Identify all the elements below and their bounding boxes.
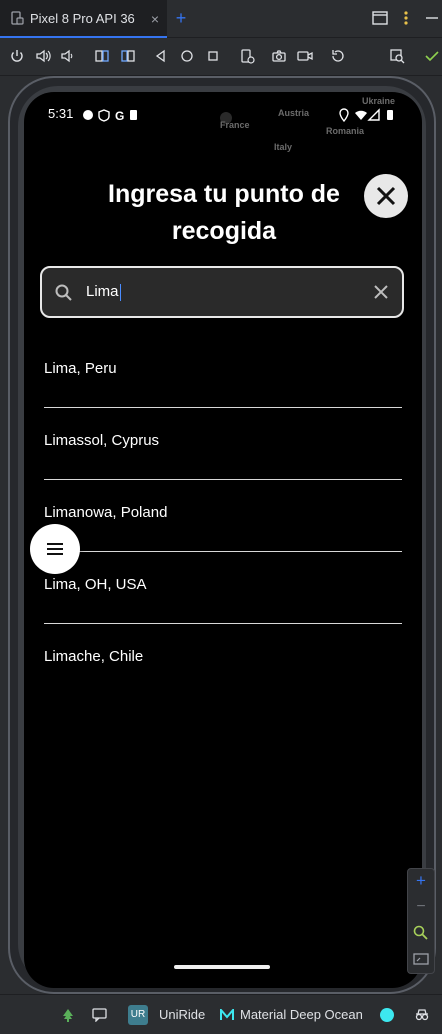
project-badge: UR [128, 1005, 148, 1025]
volume-down-icon[interactable] [60, 48, 76, 64]
result-item[interactable]: Lima, Peru [44, 336, 402, 408]
tree-icon[interactable] [61, 1008, 75, 1022]
ide-status-bar: UR UniRide Material Deep Ocean [0, 994, 442, 1034]
map-label: Romania [326, 126, 365, 136]
comment-icon[interactable] [92, 1008, 108, 1022]
reset-icon[interactable] [330, 48, 346, 64]
result-item[interactable]: Limassol, Cyprus [44, 408, 402, 480]
more-options-icon[interactable] [398, 9, 414, 27]
map-label: Ukraine [362, 96, 396, 106]
close-icon [376, 186, 396, 206]
theme-icon [220, 1009, 234, 1020]
tab-bar: Pixel 8 Pro API 36 × + [0, 0, 442, 38]
device-screen[interactable]: 5:31 G France Austria Ukraine Romania It… [24, 92, 422, 988]
camera-icon[interactable] [271, 48, 287, 64]
result-item[interactable]: Lima, OH, USA [44, 552, 402, 624]
result-label: Limassol, Cyprus [44, 432, 160, 449]
device-icon [11, 11, 24, 25]
menu-button[interactable] [30, 524, 80, 574]
theme-name[interactable]: Material Deep Ocean [240, 1007, 363, 1022]
inspect-icon[interactable] [389, 48, 405, 64]
zoom-out-icon[interactable]: − [413, 899, 429, 915]
record-icon[interactable] [297, 48, 313, 64]
search-field[interactable]: Lima [40, 266, 404, 318]
result-label: Limanowa, Poland [44, 504, 168, 521]
device-info-icon[interactable] [239, 48, 255, 64]
status-icons-right [339, 108, 393, 122]
menu-icon [47, 543, 63, 555]
tab-device[interactable]: Pixel 8 Pro API 36 × [0, 0, 167, 38]
page-title: Ingresa tu punto de recogida [108, 180, 340, 245]
status-time: 5:31 [48, 106, 74, 121]
zoom-in-icon[interactable]: + [413, 872, 429, 889]
result-label: Lima, OH, USA [44, 576, 147, 593]
privacy-icon[interactable] [414, 1007, 430, 1023]
status-icons-left: G [83, 109, 137, 122]
search-input[interactable]: Lima [86, 283, 121, 301]
result-label: Lima, Peru [44, 360, 117, 377]
result-item[interactable]: Limache, Chile [44, 624, 402, 696]
gesture-handle[interactable] [174, 965, 270, 969]
map-label: Italy [274, 142, 293, 152]
text-caret [119, 283, 121, 301]
map-label: Austria [278, 108, 310, 118]
emulator-toolbar [0, 38, 442, 76]
rotate-left-icon[interactable] [94, 48, 110, 64]
map-label: France [220, 120, 250, 130]
status-dot [380, 1008, 394, 1022]
results-list: Lima, Peru Limassol, Cyprus Limanowa, Po… [44, 336, 402, 696]
clear-icon[interactable] [372, 283, 390, 301]
volume-up-icon[interactable] [35, 48, 51, 64]
power-icon[interactable] [9, 48, 25, 64]
tab-close-icon[interactable]: × [151, 11, 159, 27]
search-value: Lima [86, 283, 119, 300]
back-icon[interactable] [153, 48, 169, 64]
overview-icon[interactable] [205, 48, 221, 64]
home-icon[interactable] [179, 48, 195, 64]
result-label: Limache, Chile [44, 648, 144, 665]
result-item[interactable]: Limanowa, Poland [44, 480, 402, 552]
screen-size-icon[interactable] [413, 951, 429, 967]
rotate-right-icon[interactable] [120, 48, 136, 64]
check-icon[interactable] [424, 48, 440, 64]
window-icon[interactable] [372, 9, 388, 27]
minimize-icon[interactable] [424, 9, 440, 27]
svg-text:G: G [115, 109, 124, 122]
status-bar: 5:31 G France Austria Ukraine Romania It… [24, 92, 422, 152]
add-tab-button[interactable]: + [172, 6, 190, 30]
tab-title: Pixel 8 Pro API 36 [30, 10, 135, 26]
emulator-side-controls: + − [407, 868, 435, 974]
project-name[interactable]: UniRide [159, 1007, 205, 1022]
close-button[interactable] [364, 174, 408, 218]
search-icon [55, 284, 72, 301]
zoom-fit-icon[interactable] [413, 925, 429, 941]
